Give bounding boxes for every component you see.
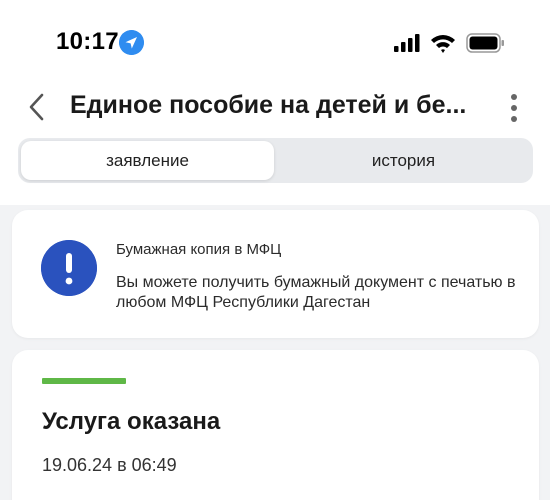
status-bar: 10:17 [0,24,550,60]
battery-icon [466,33,504,53]
status-title: Услуга оказана [42,408,221,435]
tab-application[interactable]: заявление [21,141,274,180]
wifi-icon [431,35,455,53]
info-card: Бумажная копия в МФЦ Вы можете получить … [12,210,539,338]
more-vertical-icon[interactable] [502,91,526,125]
status-card: Услуга оказана 19.06.24 в 06:49 [12,350,539,500]
info-card-text: Вы можете получить бумажный документ с п… [116,274,516,311]
status-time: 10:17 [56,28,119,55]
tab-switcher: заявление история [18,138,533,183]
tab-history[interactable]: история [277,141,530,180]
location-arrow-icon [119,30,144,55]
app-header: Единое пособие на детей и бе... [0,85,550,129]
page-title: Единое пособие на детей и бе... [70,91,467,119]
status-indicator [42,378,126,384]
info-card-title: Бумажная копия в МФЦ [116,241,282,258]
status-date: 19.06.24 в 06:49 [42,455,177,475]
chevron-left-icon[interactable] [24,91,50,123]
exclamation-icon [41,240,97,296]
cellular-signal-icon [394,34,420,52]
